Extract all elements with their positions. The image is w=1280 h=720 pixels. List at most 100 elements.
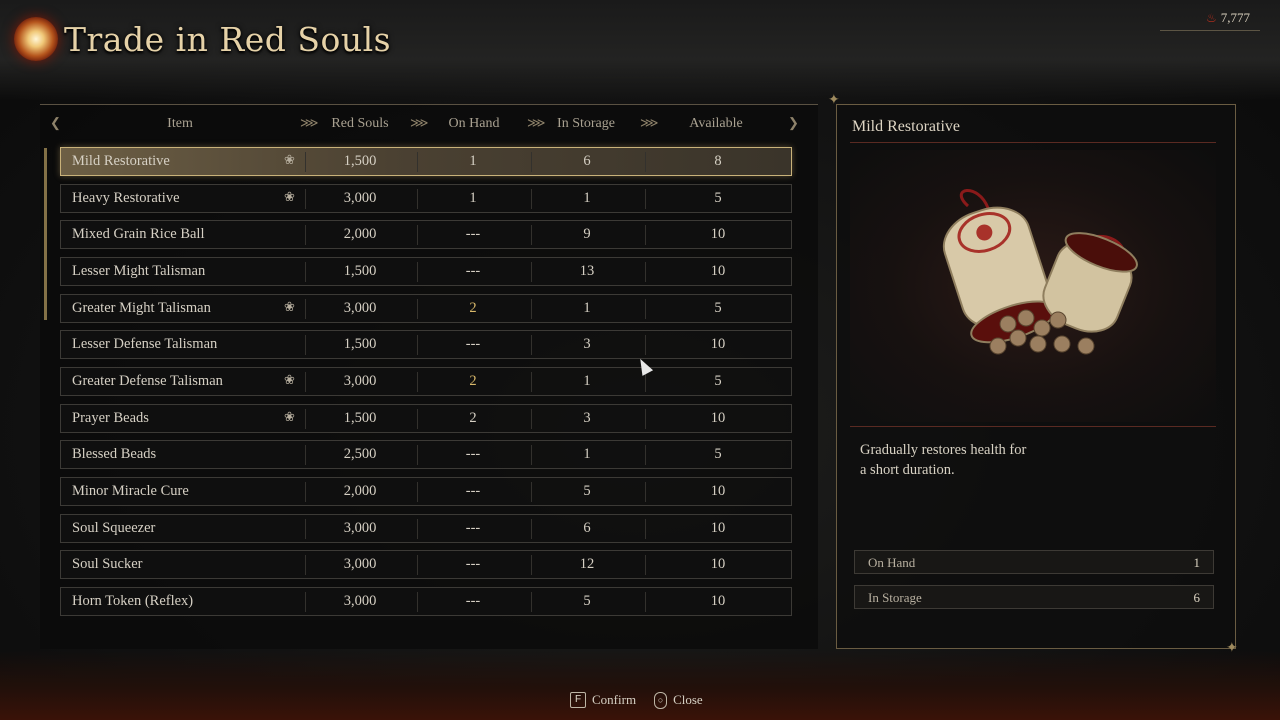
cell-on-hand: 1 [469,190,477,206]
currency-divider [1160,30,1260,31]
stat-value: 1 [1193,555,1201,570]
page-title: Trade in Red Souls [64,19,392,59]
page-header: Trade in Red Souls [14,14,391,64]
item-name: Soul Squeezer [72,520,156,536]
stat-in-storage: In Storage 6 [854,585,1214,609]
close-button[interactable]: Close [673,692,703,708]
cell-in-storage: 1 [583,190,591,206]
item-name: Greater Defense Talisman [72,373,223,389]
currency-display: ♨ 7,777 [1206,9,1250,27]
cell-in-storage: 13 [579,263,595,279]
cell-in-storage: 3 [583,336,591,352]
cell-price: 1,500 [343,336,377,352]
item-name: Lesser Defense Talisman [72,336,218,352]
detail-divider [850,426,1216,427]
cell-available: 10 [710,226,726,242]
cell-on-hand: --- [465,336,481,352]
cell-available: 10 [710,556,726,572]
column-on-hand[interactable]: On Hand [434,116,514,132]
description-line: a short duration. [860,462,955,478]
detail-item-title: Mild Restorative [852,118,960,135]
item-name: Heavy Restorative [72,190,180,206]
table-row[interactable]: Soul Sucker 3,000 --- 12 10 [60,550,792,579]
item-name: Prayer Beads [72,410,149,426]
table-row[interactable]: Blessed Beads 2,500 --- 1 5 [60,440,792,469]
table-row[interactable]: Mixed Grain Rice Ball 2,000 --- 9 10 [60,220,792,249]
cell-available: 10 [710,483,726,499]
stat-on-hand: On Hand 1 [854,550,1214,574]
cell-in-storage: 5 [583,593,591,609]
cell-price: 3,000 [343,556,377,572]
cell-price: 2,000 [343,483,377,499]
cell-price: 2,000 [343,226,377,242]
table-row[interactable]: Lesser Defense Talisman 1,500 --- 3 10 [60,330,792,359]
table-row[interactable]: Minor Miracle Cure 2,000 --- 5 10 [60,477,792,506]
item-name: Minor Miracle Cure [72,483,189,499]
confirm-button[interactable]: Confirm [592,692,636,708]
column-available[interactable]: Available [676,116,756,132]
cell-in-storage: 9 [583,226,591,242]
column-in-storage[interactable]: In Storage [546,116,626,132]
item-name: Lesser Might Talisman [72,263,206,279]
cell-on-hand: 2 [469,373,477,389]
cell-in-storage: 1 [583,373,591,389]
column-divider-icon: ⋙ [300,115,319,130]
column-divider-icon: ⋙ [410,115,429,130]
medicine-case-icon [942,189,1138,355]
mouse-right-button-icon: ○ [654,691,668,709]
table-row[interactable]: Prayer Beads ❀ 1,500 2 3 10 [60,404,792,433]
table-row[interactable]: Heavy Restorative ❀ 3,000 1 1 5 [60,184,792,213]
description-line: Gradually restores health for [860,442,1027,458]
item-name: Soul Sucker [72,556,143,572]
cell-in-storage: 6 [583,520,591,536]
detail-divider [850,142,1216,143]
nav-right-icon[interactable]: ❯ [788,115,799,131]
cell-price: 3,000 [343,593,377,609]
column-red-souls[interactable]: Red Souls [320,116,400,132]
table-row[interactable]: Greater Might Talisman ❀ 3,000 2 1 5 [60,294,792,323]
cell-in-storage: 5 [583,483,591,499]
table-row[interactable]: Lesser Might Talisman 1,500 --- 13 10 [60,257,792,286]
cell-available: 10 [710,520,726,536]
cell-available: 5 [714,446,722,462]
column-divider-icon: ⋙ [640,115,659,130]
column-divider-icon: ⋙ [527,115,546,130]
consumable-tag-icon: ❀ [284,409,295,424]
cell-available: 5 [714,190,722,206]
cell-in-storage: 1 [583,300,591,316]
item-image-frame [850,150,1216,422]
cell-on-hand: --- [465,593,481,609]
cell-on-hand: --- [465,556,481,572]
consumable-tag-icon: ❀ [284,152,295,167]
table-row[interactable]: Mild Restorative ❀ 1,500 1 6 8 [60,147,792,176]
cell-price: 1,500 [343,263,377,279]
cell-on-hand: 1 [469,153,477,169]
cell-price: 3,000 [343,373,377,389]
cell-price: 2,500 [343,446,377,462]
item-name: Greater Might Talisman [72,300,211,316]
column-item[interactable]: Item [148,116,212,132]
f-key-icon: F [570,692,586,708]
list-scrollbar[interactable] [44,148,47,320]
cell-in-storage: 1 [583,446,591,462]
cell-on-hand: --- [465,446,481,462]
stat-label: In Storage [868,590,922,605]
table-row[interactable]: Horn Token (Reflex) 3,000 --- 5 10 [60,587,792,616]
consumable-tag-icon: ❀ [284,372,295,387]
cell-on-hand: --- [465,520,481,536]
cell-on-hand: --- [465,263,481,279]
red-soul-icon: ♨ [1205,10,1217,25]
control-hints: F Confirm ○ Close [570,690,703,710]
cell-available: 8 [714,153,722,169]
stat-value: 6 [1193,590,1201,605]
item-description: Gradually restores health for a short du… [860,440,1070,480]
cell-price: 1,500 [343,410,377,426]
table-row[interactable]: Greater Defense Talisman ❀ 3,000 2 1 5 [60,367,792,396]
table-row[interactable]: Soul Squeezer 3,000 --- 6 10 [60,514,792,543]
cell-on-hand: 2 [469,300,477,316]
item-name: Mixed Grain Rice Ball [72,226,205,242]
nav-left-icon[interactable]: ❮ [50,115,61,131]
corner-ornament-icon: ✦ [1226,640,1238,656]
cell-price: 3,000 [343,300,377,316]
stat-label: On Hand [868,555,916,570]
